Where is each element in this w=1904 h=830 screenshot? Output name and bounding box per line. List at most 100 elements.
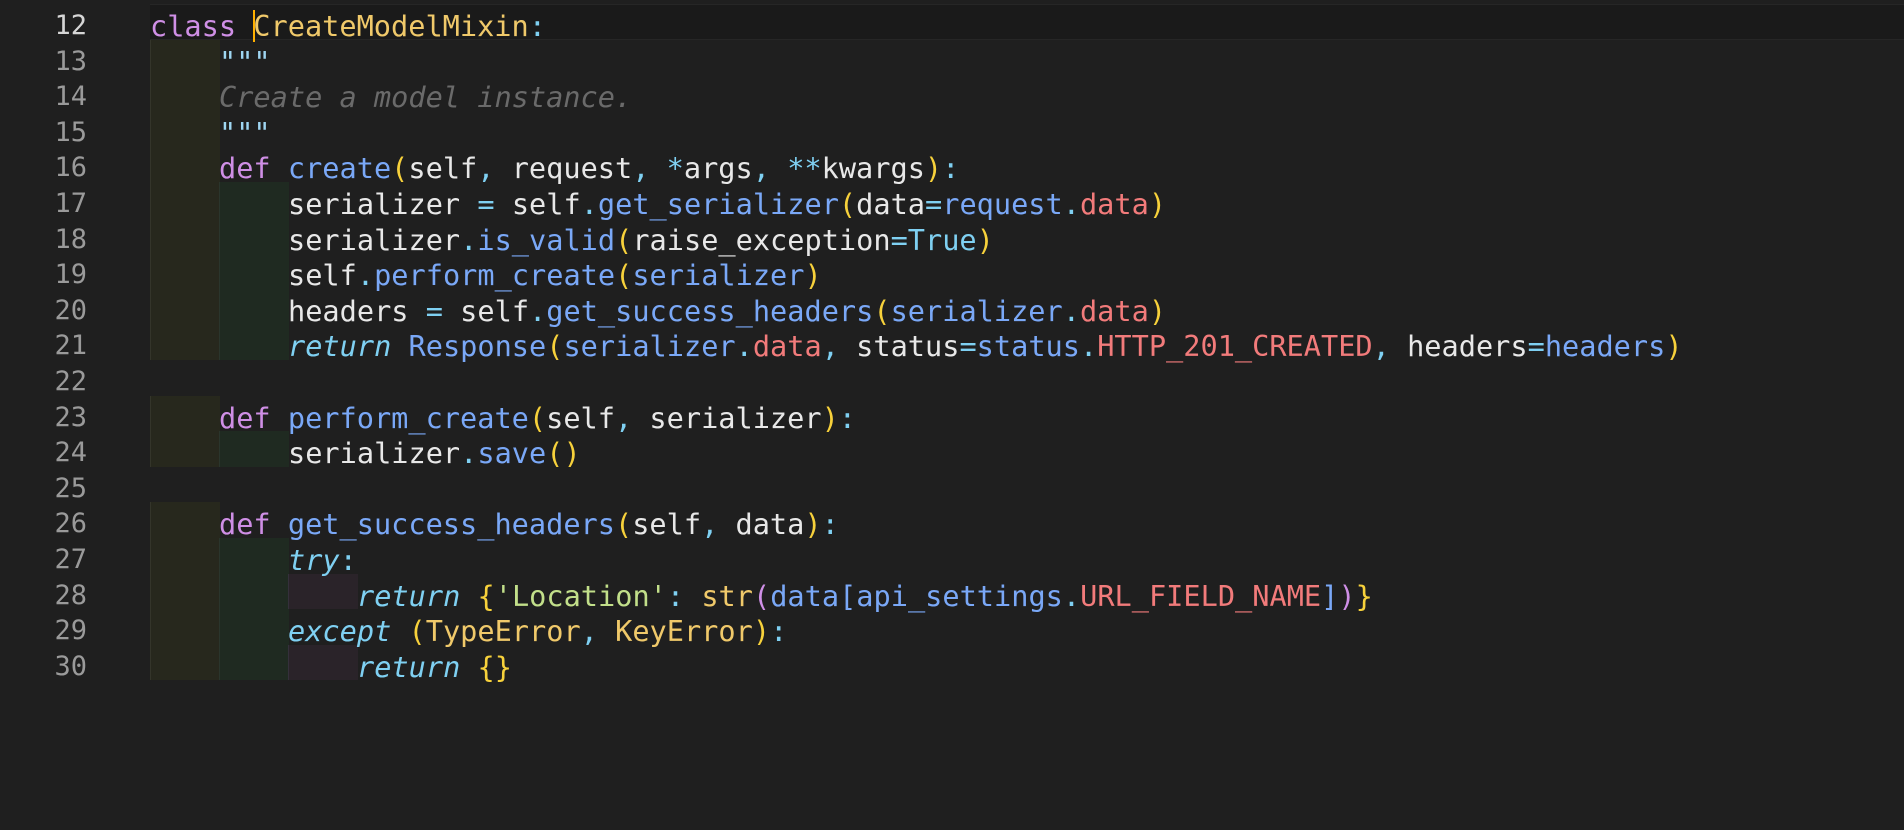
code-token: api_settings	[856, 578, 1063, 613]
code-token: headers	[1407, 329, 1528, 364]
code-token: CreateModelMixin	[253, 9, 529, 43]
code-text[interactable]: serializer.save()	[288, 436, 581, 470]
code-token: self	[632, 507, 702, 542]
code-line[interactable]: 21 return Response(serializer.data, statu…	[0, 324, 1904, 363]
code-token: status	[976, 329, 1080, 364]
code-token: {}	[477, 649, 512, 684]
code-text[interactable]: """	[219, 45, 271, 79]
indent-guide	[150, 146, 220, 182]
code-line[interactable]: 15 """	[0, 110, 1904, 150]
code-line[interactable]: 20 headers = self.get_success_headers(ser…	[0, 288, 1904, 328]
code-line[interactable]: 29 except (TypeError, KeyError):	[0, 609, 1904, 648]
code-token: perform_create	[374, 258, 616, 293]
code-text[interactable]: class CreateModelMixin:	[150, 9, 546, 44]
code-token: ,	[477, 151, 512, 186]
code-line[interactable]: 18 serializer.is_valid(raise_exception=Tr…	[0, 217, 1904, 257]
code-line[interactable]: 13 """	[0, 39, 1904, 79]
code-token: :	[821, 507, 839, 542]
indent-guide	[219, 324, 289, 360]
indent-guide	[219, 644, 289, 681]
indent-guide	[150, 110, 220, 147]
code-token: )	[976, 222, 994, 257]
code-token: .	[1062, 293, 1080, 328]
code-text[interactable]: return Response(serializer.data, status=…	[288, 329, 1683, 363]
indent-guide	[150, 288, 220, 325]
code-line[interactable]: 24 serializer.save()	[0, 431, 1904, 470]
indent-guide	[150, 217, 220, 254]
line-number: 12	[54, 10, 87, 41]
code-token: :	[339, 543, 357, 577]
code-token: headers	[1544, 329, 1666, 364]
code-token: :	[666, 578, 702, 613]
code-token: :	[528, 9, 546, 43]
code-line[interactable]: 19 self.perform_create(serializer)	[0, 253, 1904, 292]
code-token: (	[838, 187, 857, 221]
code-text[interactable]: """	[219, 116, 271, 150]
code-line[interactable]: 14 Create a model instance.	[0, 75, 1904, 114]
code-text[interactable]: Create a model instance.	[219, 80, 632, 114]
code-line[interactable]: 17 serializer = self.get_serializer(data=…	[0, 182, 1904, 221]
code-token: =	[477, 187, 512, 221]
code-line[interactable]: 16 def create(self, request, *args, **kwa…	[0, 146, 1904, 185]
code-token: =	[425, 293, 461, 328]
code-editor[interactable]: 12 class CreateModelMixin: 13 """ 14 Create a…	[0, 4, 1904, 830]
code-token: raise_exception	[632, 222, 891, 257]
code-text[interactable]: headers = self.get_success_headers(seria…	[288, 294, 1166, 328]
code-token: get_serializer	[597, 187, 839, 221]
code-line[interactable]: 30 return {}	[0, 644, 1904, 684]
code-token: serializer	[288, 187, 478, 221]
code-token: args	[683, 151, 753, 186]
code-line[interactable]: 12 class CreateModelMixin:	[0, 4, 1904, 43]
code-token: )	[804, 258, 822, 293]
code-token: :	[838, 400, 857, 435]
line-number: 27	[54, 544, 87, 575]
code-text[interactable]: def create(self, request, *args, **kwarg…	[219, 151, 959, 185]
line-number: 21	[54, 330, 87, 362]
indent-guide	[150, 39, 220, 76]
code-token: )	[821, 400, 839, 435]
code-text[interactable]: serializer.is_valid(raise_exception=True…	[288, 223, 994, 257]
code-token: create	[287, 151, 392, 186]
code-line[interactable]: 22	[0, 360, 1904, 397]
code-line[interactable]: 23 def perform_create(self, serializer):	[0, 395, 1904, 435]
indent-guide	[150, 502, 220, 538]
code-line[interactable]: 26 def get_success_headers(self, data):	[0, 502, 1904, 541]
code-line[interactable]: 25	[0, 467, 1904, 504]
code-token: return	[357, 578, 478, 613]
code-text[interactable]: except (TypeError, KeyError):	[288, 614, 787, 648]
code-text[interactable]: serializer = self.get_serializer(data=re…	[288, 187, 1166, 221]
code-token: status	[856, 329, 960, 364]
code-token: serializer	[288, 436, 461, 471]
code-token: .	[1062, 187, 1080, 221]
code-line[interactable]: 27 try:	[0, 538, 1904, 577]
code-text[interactable]: return {'Location': str(data[api_setting…	[357, 579, 1373, 613]
code-token: ,	[632, 151, 667, 186]
code-token: 'Location'	[494, 578, 667, 613]
code-text[interactable]: self.perform_create(serializer)	[288, 258, 822, 292]
code-text[interactable]: return {}	[357, 650, 512, 684]
code-token: (	[752, 578, 771, 613]
code-token: self	[511, 187, 581, 221]
code-token: except	[288, 614, 409, 649]
code-token: ,	[614, 400, 650, 435]
code-text[interactable]: def get_success_headers(self, data):	[219, 507, 839, 541]
code-text[interactable]: try:	[288, 543, 357, 577]
indent-guide	[150, 538, 220, 574]
code-token: (	[873, 293, 891, 328]
code-token: .	[1079, 329, 1098, 364]
code-token: =	[890, 222, 908, 257]
code-token: try	[288, 543, 340, 577]
code-token: data	[735, 507, 805, 542]
code-token: headers	[288, 293, 426, 328]
code-token: serializer	[649, 400, 822, 435]
indent-guide	[150, 324, 220, 360]
code-token: (	[615, 222, 633, 257]
code-text[interactable]: def perform_create(self, serializer):	[219, 401, 856, 435]
code-token: }	[1355, 578, 1373, 613]
code-token: get_success_headers	[287, 507, 615, 542]
indent-guide	[219, 288, 289, 325]
code-token: )	[1338, 578, 1356, 613]
line-number: 13	[54, 45, 87, 77]
code-line[interactable]: 28 return {'Location': str(data[api_setti…	[0, 573, 1904, 613]
indent-guide	[219, 609, 289, 645]
